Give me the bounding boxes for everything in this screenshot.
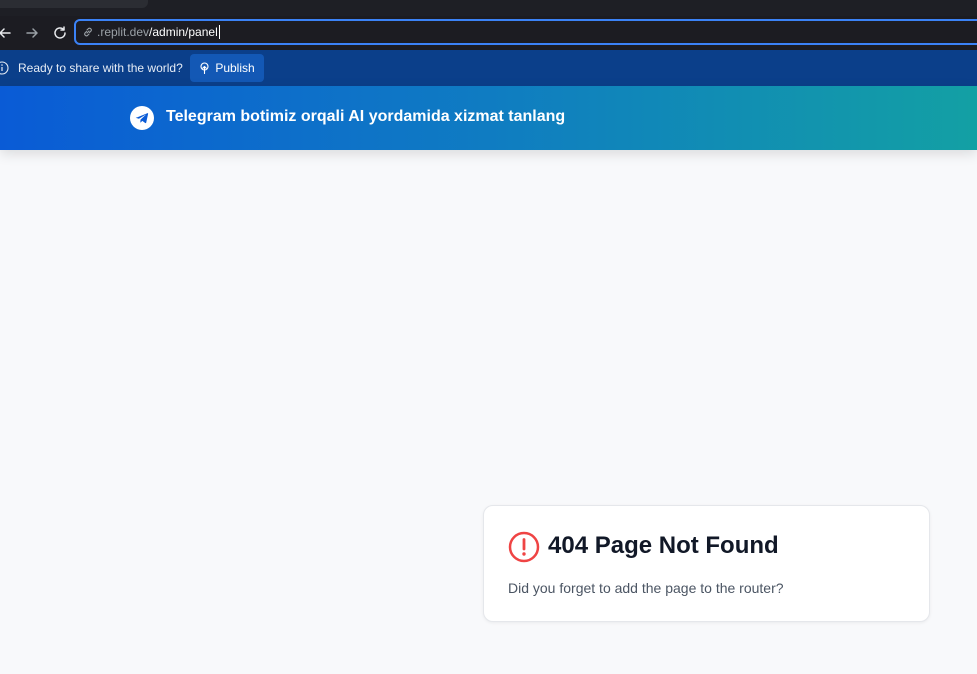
- telegram-icon: [130, 106, 154, 130]
- reload-button[interactable]: [49, 22, 71, 44]
- publish-label: Publish: [215, 61, 255, 75]
- info-icon: [0, 61, 9, 75]
- reload-icon: [54, 26, 66, 39]
- url-host: .replit.dev: [97, 25, 150, 39]
- infobar-message: Ready to share with the world?: [18, 61, 183, 75]
- not-found-description: Did you forget to add the page to the ro…: [508, 580, 784, 596]
- browser-toolbar: .replit.dev/admin/panel: [0, 16, 977, 50]
- not-found-card: 404 Page Not Found Did you forget to add…: [483, 505, 930, 622]
- banner-text: Telegram botimiz orqali AI yordamida xiz…: [166, 108, 566, 125]
- url-path: /admin/panel: [149, 25, 218, 39]
- text-cursor: [218, 25, 220, 39]
- back-button[interactable]: [0, 22, 16, 44]
- forward-button[interactable]: [21, 22, 43, 44]
- address-bar[interactable]: .replit.dev/admin/panel: [74, 19, 977, 45]
- page-title: 404 Page Not Found: [548, 532, 779, 559]
- link-icon: [82, 25, 96, 39]
- alert-circle-icon: [508, 531, 540, 563]
- browser-tab-strip: [0, 0, 977, 16]
- arrow-left-icon: [0, 28, 11, 38]
- publish-infobar: Ready to share with the world? Publish: [0, 50, 977, 86]
- telegram-banner[interactable]: Telegram botimiz orqali AI yordamida xiz…: [0, 86, 977, 150]
- browser-tab[interactable]: [0, 0, 148, 8]
- publish-button[interactable]: Publish: [190, 54, 264, 82]
- arrow-right-icon: [26, 28, 38, 38]
- publish-icon: [200, 62, 209, 74]
